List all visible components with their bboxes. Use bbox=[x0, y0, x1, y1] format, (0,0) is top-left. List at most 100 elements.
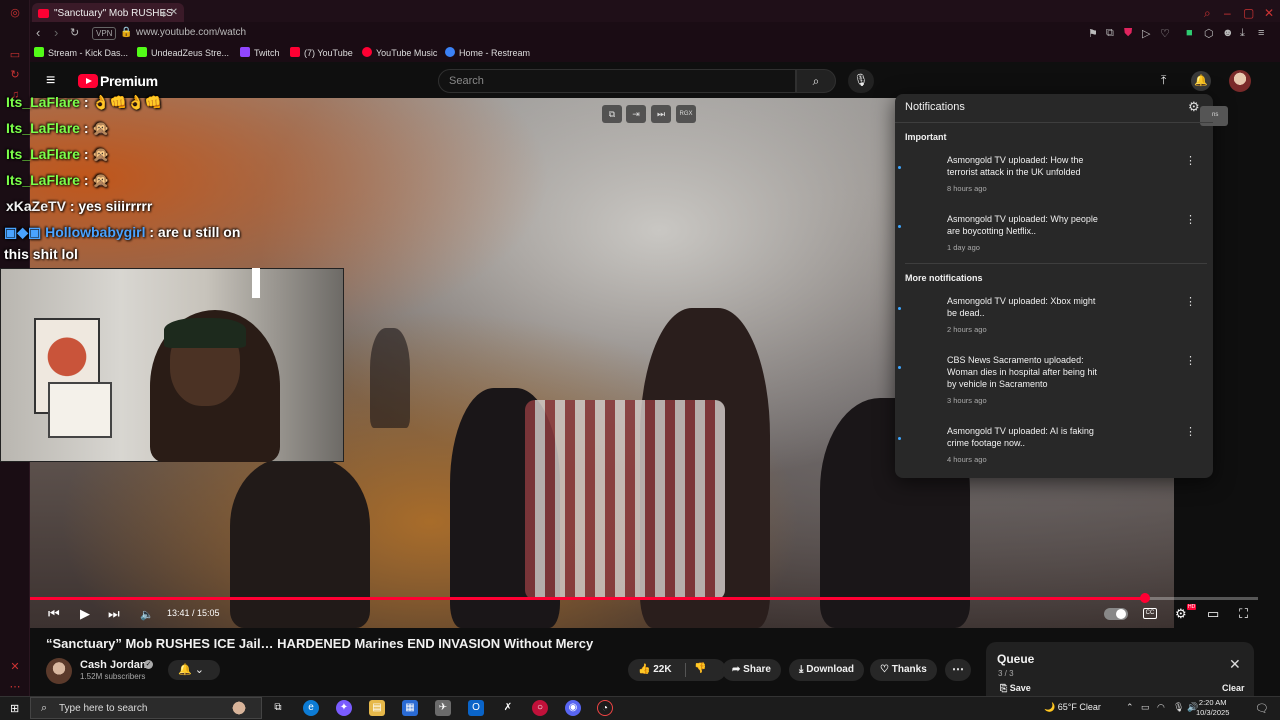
opera-gx-icon[interactable]: ○ bbox=[532, 700, 548, 716]
next-icon[interactable]: ⏭ bbox=[108, 606, 120, 622]
notification-item[interactable]: Asmongold TV uploaded: AI is faking crim… bbox=[895, 425, 1213, 483]
exit-icon[interactable]: ⇥ bbox=[626, 105, 646, 123]
notification-settings-icon[interactable]: ⚙ bbox=[1188, 99, 1200, 115]
minimize-icon[interactable]: – bbox=[1224, 6, 1231, 20]
bookmark-item[interactable]: Home - Restream bbox=[445, 47, 530, 58]
discord-icon[interactable]: ◉ bbox=[565, 700, 581, 716]
account-avatar[interactable] bbox=[1229, 70, 1251, 92]
bookmark-item[interactable]: Stream - Kick Das... bbox=[34, 47, 128, 58]
notifications-button[interactable]: 🔔 bbox=[1191, 71, 1211, 91]
mic-icon[interactable]: 🎙 bbox=[1173, 702, 1184, 713]
share-button[interactable]: ➦ Share bbox=[722, 659, 781, 681]
extension-icon[interactable]: ■ bbox=[1186, 27, 1193, 39]
previous-icon[interactable]: ⏮ bbox=[48, 606, 60, 622]
sidebar-item-icon[interactable]: ↻ bbox=[8, 68, 22, 82]
store-icon[interactable]: ▦ bbox=[402, 700, 418, 716]
maximize-icon[interactable]: ▢ bbox=[1243, 6, 1254, 20]
more-options-icon[interactable]: ⋮ bbox=[1185, 354, 1196, 367]
autoplay-toggle[interactable] bbox=[1104, 608, 1128, 620]
miniplayer-icon[interactable]: ⧉ bbox=[602, 105, 622, 123]
search-button[interactable]: ⌕ bbox=[796, 69, 836, 93]
forward-icon[interactable]: › bbox=[54, 25, 58, 40]
channel-name[interactable]: Cash Jordan bbox=[80, 659, 147, 671]
more-options-icon[interactable]: ⋮ bbox=[1185, 154, 1196, 167]
opera-logo-icon[interactable]: ◎ bbox=[8, 6, 22, 20]
progress-scrubber[interactable] bbox=[1139, 593, 1150, 603]
chevron-up-icon[interactable]: ⌃ bbox=[1126, 702, 1134, 713]
wifi-icon[interactable]: ◠ bbox=[1157, 702, 1165, 713]
more-actions-button[interactable]: ⋯ bbox=[945, 659, 971, 681]
unread-dot-icon bbox=[898, 166, 901, 169]
more-options-icon[interactable]: ⋮ bbox=[1185, 295, 1196, 308]
extensions-icon[interactable]: ⬡ bbox=[1204, 27, 1214, 40]
sidebar-item-icon[interactable]: ▭ bbox=[8, 48, 22, 62]
subscribed-button[interactable]: 🔔 ⌄ bbox=[168, 660, 220, 680]
heart-icon[interactable]: ♡ bbox=[1160, 27, 1170, 40]
theater-mode-icon[interactable]: ▭ bbox=[1207, 606, 1219, 622]
search-tabs-icon[interactable]: ⌕ bbox=[1204, 6, 1211, 21]
vpn-badge[interactable]: VPN bbox=[92, 27, 117, 40]
queue-save-button[interactable]: ⎘ Save bbox=[1000, 683, 1031, 694]
task-view-icon[interactable]: ⧉ bbox=[270, 700, 286, 716]
bookmark-item[interactable]: YouTube Music bbox=[362, 47, 437, 58]
download-button[interactable]: ⤓ Download bbox=[789, 659, 864, 681]
channel-avatar[interactable] bbox=[46, 658, 72, 684]
weather-widget[interactable]: 🌙 65°F Clear bbox=[1044, 702, 1101, 713]
skip-icon[interactable]: ⏭ bbox=[651, 105, 671, 123]
lock-icon[interactable]: 🔒 bbox=[120, 27, 132, 38]
bookmark-item[interactable]: Twitch bbox=[240, 47, 280, 58]
notification-item[interactable]: Asmongold TV uploaded: How the terrorist… bbox=[895, 154, 1213, 212]
like-dislike-button[interactable]: 👍 22K 👎 bbox=[628, 659, 726, 681]
notification-item[interactable]: Asmongold TV uploaded: Xbox might be dea… bbox=[895, 295, 1213, 353]
notification-center-icon[interactable]: 🗨 bbox=[1255, 702, 1269, 715]
more-options-icon[interactable]: ⋮ bbox=[1185, 213, 1196, 226]
youtube-logo-icon[interactable] bbox=[78, 74, 98, 88]
search-input[interactable]: Search bbox=[438, 69, 796, 93]
notification-item[interactable]: CBS News Sacramento uploaded: Woman dies… bbox=[895, 354, 1213, 412]
system-clock[interactable]: 2:20 AM 10/3/2025 bbox=[1196, 698, 1229, 718]
fullscreen-icon[interactable]: ⛶ bbox=[1239, 606, 1248, 622]
thumbs-down-icon[interactable]: 👎 bbox=[694, 663, 706, 674]
edge-icon[interactable]: e bbox=[303, 700, 319, 716]
captions-button[interactable]: CC bbox=[1143, 608, 1157, 619]
bookmark-item[interactable]: UndeadZeus Stre... bbox=[137, 47, 229, 58]
copilot-icon[interactable]: ✦ bbox=[336, 700, 352, 716]
close-window-icon[interactable]: ✕ bbox=[1264, 6, 1274, 20]
snapshot-icon[interactable]: ⧉ bbox=[1106, 27, 1114, 40]
app-icon[interactable]: ✗ bbox=[500, 700, 516, 716]
back-icon[interactable]: ‹ bbox=[36, 25, 40, 40]
close-icon[interactable]: ✕ bbox=[1229, 656, 1241, 673]
network-icon[interactable]: ▭ bbox=[1141, 702, 1150, 713]
profile-icon[interactable]: ☻ bbox=[1222, 27, 1234, 39]
windows-start-icon[interactable]: ⊞ bbox=[10, 702, 19, 715]
new-tab-button[interactable]: + bbox=[160, 6, 168, 21]
outlook-icon[interactable]: O bbox=[468, 700, 484, 716]
sidebar-more-icon[interactable]: ⋯ bbox=[8, 680, 22, 694]
logo-label[interactable]: Premium bbox=[100, 73, 158, 89]
voice-search-button[interactable]: 🎙 bbox=[848, 69, 874, 93]
thanks-button[interactable]: ♡ Thanks bbox=[870, 659, 937, 681]
app-icon[interactable]: ✈ bbox=[435, 700, 451, 716]
menu-icon[interactable]: ≡ bbox=[1258, 27, 1264, 39]
queue-clear-button[interactable]: Clear bbox=[1222, 683, 1245, 693]
shield-icon[interactable]: ⛊ bbox=[1124, 27, 1132, 40]
reload-icon[interactable]: ↻ bbox=[70, 26, 79, 39]
more-options-icon[interactable]: ⋮ bbox=[1185, 425, 1196, 438]
share-icon: ➦ bbox=[732, 664, 741, 675]
sidebar-settings-icon[interactable]: ✕ bbox=[8, 660, 22, 674]
volume-icon[interactable]: 🔈 bbox=[140, 608, 154, 621]
file-explorer-icon[interactable]: ▤ bbox=[369, 700, 385, 716]
settings-gear-icon[interactable]: ⚙ bbox=[1175, 606, 1187, 622]
rgx-badge[interactable]: RGX bbox=[676, 105, 696, 123]
hamburger-menu-icon[interactable]: ≡ bbox=[46, 72, 55, 90]
bookmark-item[interactable]: (7) YouTube bbox=[290, 47, 353, 58]
close-tab-icon[interactable]: ✕ bbox=[170, 7, 178, 18]
play-icon[interactable]: ▷ bbox=[1142, 27, 1150, 40]
download-icon[interactable]: ⤓ bbox=[1240, 27, 1245, 40]
url-field[interactable]: www.youtube.com/watch bbox=[136, 27, 246, 38]
upload-icon[interactable]: ⤒ bbox=[1161, 73, 1166, 88]
app-icon[interactable]: ◔ bbox=[597, 700, 613, 716]
play-icon[interactable]: ▶ bbox=[80, 606, 90, 622]
taskbar-search-input[interactable]: ⌕ Type here to search bbox=[30, 697, 262, 719]
bookmark-icon[interactable]: ⚑ bbox=[1088, 27, 1098, 40]
